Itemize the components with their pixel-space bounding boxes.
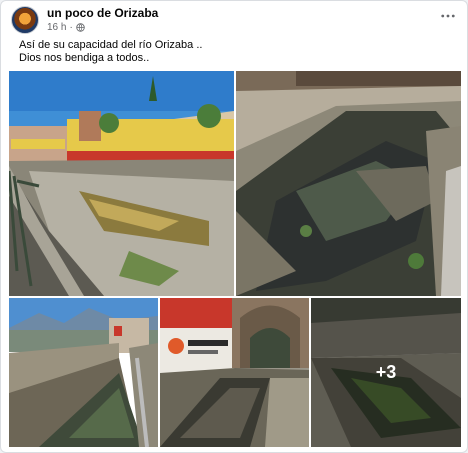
- post-header: un poco de Orizaba 16 h ·: [11, 5, 457, 35]
- avatar[interactable]: [11, 6, 39, 34]
- separator-dot: ·: [69, 22, 73, 33]
- photo-3[interactable]: [9, 298, 158, 447]
- more-options-icon[interactable]: [437, 5, 459, 27]
- post-text-line-2: Dios nos bendiga a todos..: [19, 52, 150, 64]
- post-text-line-1: Así de su capacidad del río Orizaba ..: [19, 39, 203, 51]
- page-name[interactable]: un poco de Orizaba: [47, 6, 158, 21]
- post-subline: 16 h ·: [47, 21, 158, 34]
- photo-4[interactable]: [160, 298, 309, 447]
- post-text: Así de su capacidad del río Orizaba .. D…: [19, 39, 202, 65]
- post-time[interactable]: 16 h: [47, 21, 66, 34]
- photo-5[interactable]: +3: [311, 298, 461, 447]
- post-card: un poco de Orizaba 16 h · Así de su capa…: [0, 0, 468, 453]
- photo-1[interactable]: [9, 71, 234, 296]
- globe-icon: [76, 23, 85, 32]
- photo-2[interactable]: [236, 71, 461, 296]
- post-meta: un poco de Orizaba 16 h ·: [47, 6, 158, 34]
- more-photos-overlay[interactable]: +3: [311, 298, 461, 447]
- more-photos-count: +3: [375, 362, 397, 382]
